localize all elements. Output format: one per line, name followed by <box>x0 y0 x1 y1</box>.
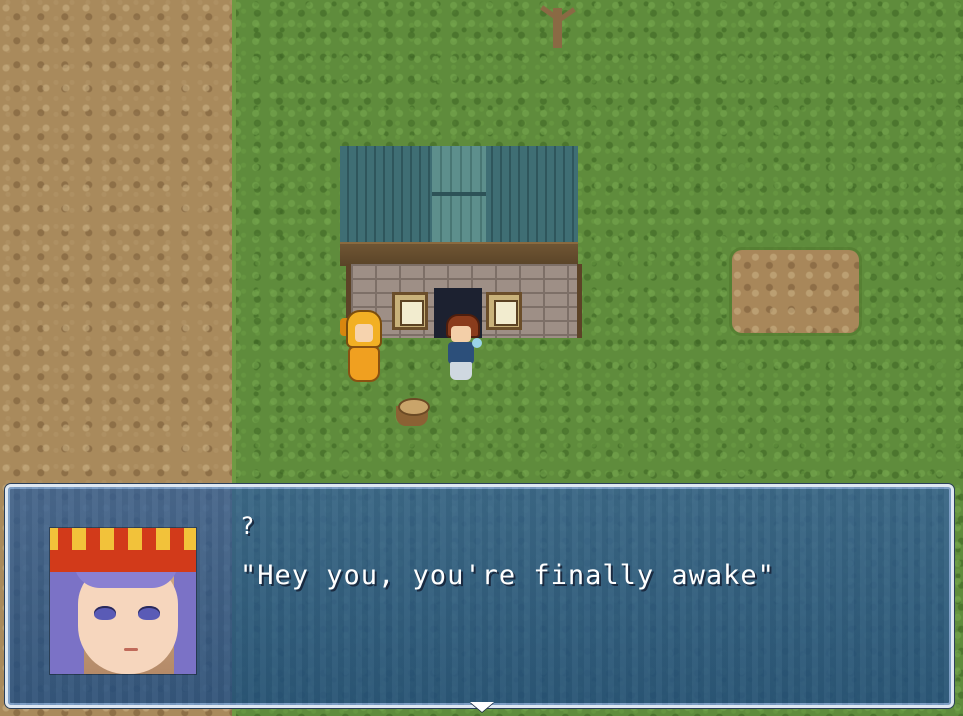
tree-stump <box>394 396 430 428</box>
dirt-patch <box>732 250 859 333</box>
house-eave <box>340 242 578 266</box>
advance-arrow-icon[interactable] <box>470 702 494 712</box>
house-window-left <box>392 292 428 330</box>
speaker-portrait <box>50 528 196 674</box>
dialogue-text: "Hey you, you're finally awake" <box>240 560 775 591</box>
speaker-name: ? <box>240 512 256 540</box>
dead-tree <box>532 0 582 50</box>
player-sprite <box>440 312 486 384</box>
house-window-right <box>486 292 522 330</box>
house-roof-ridge <box>432 146 486 242</box>
npc-girl-sprite[interactable] <box>338 308 384 384</box>
